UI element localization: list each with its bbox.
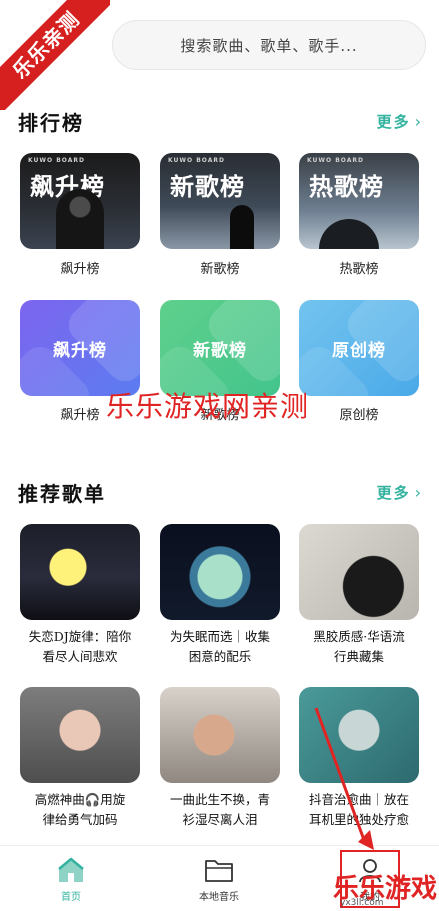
playlist-cover[interactable]	[299, 524, 419, 620]
chart-card-label[interactable]: 飙升榜	[20, 258, 140, 277]
playlist-title[interactable]: 高燃神曲🎧用旋 律给勇气加码	[16, 790, 144, 830]
playlists-section-header: 推荐歌单 更多 ›	[18, 477, 423, 507]
watermark-ribbon-text: 乐乐亲测	[0, 0, 110, 110]
chart-card-new[interactable]: KUWO BOARD 新歌榜	[160, 153, 280, 249]
watermark-ribbon: 乐乐亲测	[0, 0, 110, 110]
chart-card-board: KUWO BOARD	[307, 157, 364, 164]
chart-card-cover-text: 新歌榜	[193, 340, 247, 361]
nav-home-label: 首页	[61, 892, 81, 903]
playlist-title[interactable]: 失恋DJ旋律：陪你 看尽人间悲欢	[16, 627, 144, 667]
annotation-arrow-icon	[314, 707, 374, 850]
playlist-title-line: 律给勇气加码	[42, 812, 118, 827]
chart-card-cover-text: 原创榜	[332, 340, 386, 361]
chart-card-cover-text: 新歌榜	[170, 173, 245, 201]
playlist-title[interactable]: 一曲此生不换，青 衫湿尽离人泪	[156, 790, 284, 830]
chart-card-soaring-alt[interactable]: 飙升榜	[20, 300, 140, 396]
chart-card-cover-text: 热歌榜	[309, 173, 384, 201]
playlist-title-line: 看尽人间悲欢	[42, 649, 118, 664]
charts-section-title: 排行榜	[18, 110, 84, 135]
chart-card-label[interactable]: 原创榜	[299, 404, 419, 423]
chart-card-cover-text: 飙升榜	[53, 340, 107, 361]
cover-figure	[56, 189, 104, 249]
search-placeholder: 搜索歌曲、歌单、歌手...	[180, 36, 358, 55]
playlist-cover[interactable]	[160, 524, 280, 620]
nav-local-music-label: 本地音乐	[199, 892, 239, 903]
playlists-section-title: 推荐歌单	[18, 481, 106, 506]
watermark-text: 乐乐游戏网亲测	[106, 390, 310, 423]
chart-card-original[interactable]: 原创榜	[299, 300, 419, 396]
chart-card-label[interactable]: 热歌榜	[299, 258, 419, 277]
playlist-title-line: 困意的配乐	[188, 649, 252, 664]
charts-section-header: 排行榜 更多 ›	[18, 106, 423, 136]
playlist-title-line: 高燃神曲🎧用旋	[34, 792, 126, 807]
chevron-right-icon: ›	[414, 482, 423, 502]
chart-card-new-alt[interactable]: 新歌榜	[160, 300, 280, 396]
chevron-right-icon: ›	[414, 111, 423, 131]
playlist-cover[interactable]	[20, 687, 140, 783]
playlists-more-label: 更多	[376, 483, 411, 502]
playlist-title-line: 行典藏集	[333, 649, 384, 664]
charts-more-label: 更多	[376, 112, 411, 131]
brand-url: yx3ll.com	[340, 898, 384, 908]
nav-local-music[interactable]: 本地音乐	[174, 856, 264, 903]
chart-card-label[interactable]: 新歌榜	[160, 258, 280, 277]
chart-card-soaring[interactable]: KUWO BOARD 飙升榜	[20, 153, 140, 249]
playlist-title-line: 衫湿尽离人泪	[182, 812, 258, 827]
folder-icon	[174, 856, 264, 884]
charts-more-link[interactable]: 更多 ›	[377, 111, 423, 132]
playlist-cover[interactable]	[20, 524, 140, 620]
playlist-title[interactable]: 为失眠而选｜收集 困意的配乐	[156, 627, 284, 667]
playlist-title-line: 为失眠而选｜收集	[169, 629, 270, 644]
home-icon	[26, 856, 116, 884]
playlist-title[interactable]: 黑胶质感·华语流 行典藏集	[295, 627, 423, 667]
chart-card-board: KUWO BOARD	[168, 157, 225, 164]
playlists-more-link[interactable]: 更多 ›	[377, 482, 423, 503]
playlist-title-line: 黑胶质感·华语流	[313, 629, 405, 644]
playlist-cover[interactable]	[160, 687, 280, 783]
cover-figure	[230, 205, 254, 249]
cover-figure	[319, 219, 379, 249]
nav-home[interactable]: 首页	[26, 856, 116, 903]
search-input[interactable]: 搜索歌曲、歌单、歌手...	[112, 20, 426, 70]
chart-card-hot[interactable]: KUWO BOARD 热歌榜	[299, 153, 419, 249]
playlist-title-line: 一曲此生不换，青	[169, 792, 270, 807]
chart-card-board: KUWO BOARD	[28, 157, 85, 164]
playlist-title-line: 失恋DJ旋律：陪你	[28, 629, 132, 644]
